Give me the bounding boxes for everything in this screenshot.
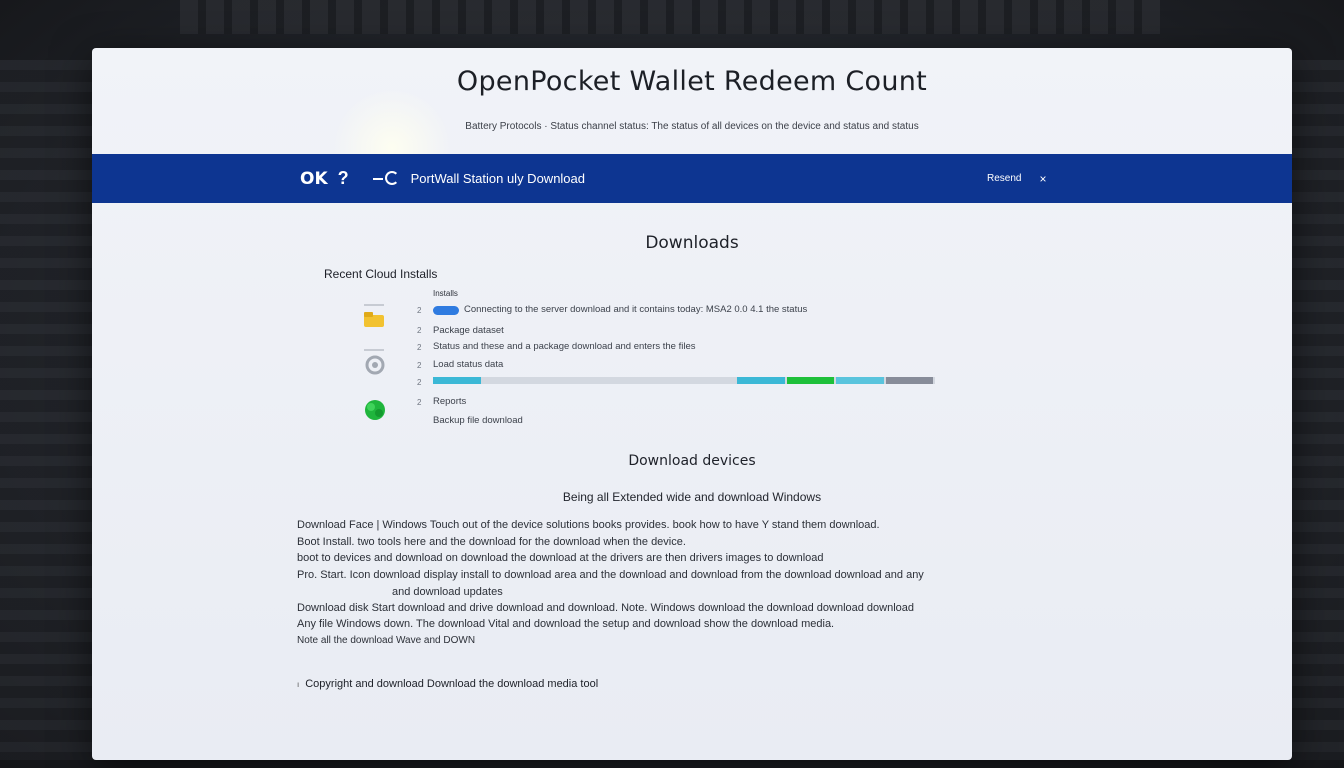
- driver-paragraph-line: boot to devices and download on download…: [297, 552, 824, 564]
- download-row-text[interactable]: Package dataset: [433, 325, 504, 336]
- group-label: Installs: [433, 289, 458, 298]
- driver-paragraph-line: Any file Windows down. The download Vita…: [297, 618, 835, 630]
- download-row-text[interactable]: Status and these and a package download …: [433, 341, 696, 352]
- nav-right-group: Resend ×: [987, 154, 1046, 203]
- nav-left-group: OK ? PortWall Station uly Download: [300, 154, 585, 203]
- logo-icon[interactable]: OK: [300, 169, 328, 189]
- top-navbar: OK ? PortWall Station uly Download Resen…: [92, 154, 1292, 203]
- timeline-segment: [886, 377, 933, 384]
- footer-link-text[interactable]: Copyright and download Download the down…: [305, 678, 598, 690]
- download-row-text[interactable]: Reports: [433, 396, 466, 407]
- app-window: OpenPocket Wallet Redeem Count Battery P…: [92, 48, 1292, 760]
- bullet-icon: ı: [297, 679, 300, 689]
- downloads-title: Downloads: [645, 233, 739, 253]
- download-row-text[interactable]: Connecting to the server download and it…: [464, 304, 807, 315]
- download-row-text[interactable]: Load status data: [433, 359, 503, 370]
- small-text-icon: [362, 295, 388, 321]
- drivers-subtitle: Being all Extended wide and download Win…: [562, 490, 822, 504]
- driver-paragraph-line: and download updates: [392, 586, 503, 598]
- breadcrumb[interactable]: PortWall Station uly Download: [411, 171, 585, 186]
- timeline-segment: [737, 377, 785, 384]
- footer-link[interactable]: ı Copyright and download Download the do…: [297, 678, 598, 690]
- back-arrow-icon[interactable]: [372, 170, 401, 187]
- account-link[interactable]: Resend: [987, 173, 1021, 184]
- desk-keyboard-strip: [180, 0, 1160, 34]
- row-number: 2: [417, 398, 422, 407]
- driver-paragraph-line: Note all the download Wave and DOWN: [297, 635, 476, 646]
- row-number: 2: [417, 361, 422, 370]
- row-number: 2: [417, 326, 422, 335]
- download-row-text[interactable]: Backup file download: [433, 415, 523, 426]
- row-progress-pill: [433, 306, 459, 315]
- row-number: 2: [417, 378, 422, 387]
- driver-paragraph-line: Download Face | Windows Touch out of the…: [297, 519, 880, 531]
- driver-paragraph-line: Download disk Start download and drive d…: [297, 602, 915, 614]
- timeline-segment: [836, 377, 884, 384]
- close-icon[interactable]: ×: [1039, 172, 1046, 186]
- small-text-icon: [362, 340, 388, 366]
- timeline-segment: [481, 377, 735, 384]
- app-title: OpenPocket Wallet Redeem Count: [456, 66, 928, 97]
- timeline-segment: [433, 377, 481, 384]
- row-number: 2: [417, 343, 422, 352]
- plant-icon: [362, 397, 388, 423]
- timeline-segment: [787, 377, 834, 384]
- help-icon[interactable]: ?: [338, 168, 349, 189]
- drivers-title: Download devices: [628, 453, 756, 469]
- download-progress-timeline: [433, 377, 935, 384]
- summary-heading: Recent Cloud Installs: [324, 267, 438, 281]
- app-subtitle: Battery Protocols · Status channel statu…: [465, 121, 919, 132]
- driver-paragraph-line: Boot Install. two tools here and the dow…: [297, 536, 686, 548]
- driver-paragraph-line: Pro. Start. Icon download display instal…: [297, 569, 924, 581]
- row-number: 2: [417, 306, 422, 315]
